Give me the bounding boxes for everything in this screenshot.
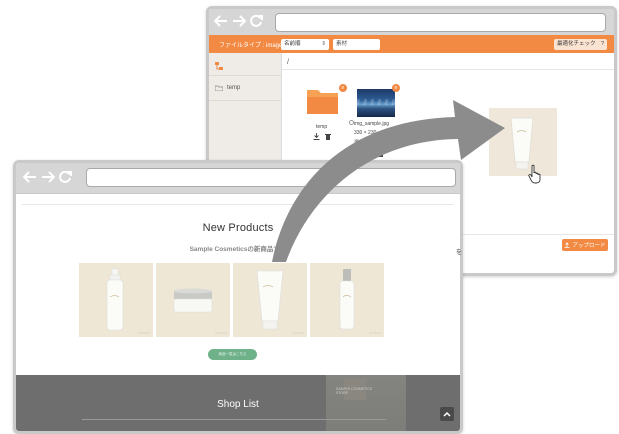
image-select-link[interactable]: 選択 — [354, 139, 364, 146]
back-arrow-icon[interactable] — [214, 14, 228, 27]
product-card[interactable]: product — [310, 263, 384, 337]
shop-window: New Products Sample Cosmeticsの新商品です prod… — [13, 160, 463, 434]
browser-nav — [214, 14, 263, 27]
current-path: / — [287, 59, 289, 66]
image-filename: img_sample.jpg — [354, 121, 390, 127]
path-divider — [282, 69, 614, 70]
hand-cursor-icon — [528, 164, 541, 184]
shop-list-section: SAMPLE COSMETICS STORE Shop List — [16, 375, 460, 431]
reload-icon[interactable] — [250, 14, 263, 27]
optimize-check-button[interactable]: 最適化チェック ? — [554, 39, 607, 50]
sidebar-divider — [209, 100, 281, 101]
lotion-bottle-image — [106, 268, 124, 331]
header-divider — [22, 204, 454, 205]
sidebar-divider — [209, 75, 281, 76]
upload-icon — [564, 242, 570, 248]
trash-icon[interactable] — [325, 133, 331, 140]
reload-icon[interactable] — [59, 170, 72, 183]
store-sign-line-2: STORE — [336, 391, 348, 395]
optimize-check-label: 最適化チェック — [557, 41, 596, 47]
help-icon[interactable]: ? — [601, 41, 604, 48]
product-caption: product — [215, 331, 227, 335]
search-input[interactable]: 素材 — [333, 39, 380, 50]
store-sign: SAMPLE COSMETICS STORE — [336, 387, 372, 395]
image-thumbnail[interactable] — [357, 89, 395, 117]
footer-divider — [82, 419, 386, 420]
product-caption: product — [369, 331, 381, 335]
search-input-value: 素材 — [336, 41, 348, 47]
forward-arrow-icon[interactable] — [232, 14, 246, 27]
file-type-label: ファイルタイプ : image — [219, 43, 283, 49]
product-card[interactable]: product — [79, 263, 153, 337]
serum-bottle-image — [339, 269, 355, 330]
browser-nav — [23, 170, 72, 183]
product-caption: product — [138, 331, 150, 335]
sidebar-item-label: temp — [227, 85, 241, 91]
address-bar[interactable] — [275, 13, 606, 32]
browser-toolbar — [16, 163, 460, 194]
forward-arrow-icon[interactable] — [41, 170, 55, 183]
product-caption: product — [292, 331, 304, 335]
tube-image — [256, 270, 284, 330]
browser-toolbar — [209, 9, 614, 35]
chevron-up-icon — [443, 411, 451, 417]
sort-select[interactable]: 名前順 ⇕ — [281, 39, 329, 50]
sort-caret-icon: ⇕ — [321, 41, 326, 47]
section-title: New Products — [202, 222, 274, 234]
cream-jar-image — [173, 288, 213, 313]
folder-temp-icon[interactable] — [306, 86, 340, 116]
product-card[interactable]: product — [233, 263, 307, 337]
upload-button[interactable]: アップロード — [562, 239, 608, 251]
download-icon[interactable] — [313, 133, 320, 140]
shop-list-title: Shop List — [217, 399, 259, 410]
scroll-to-top-button[interactable] — [440, 407, 454, 421]
address-bar[interactable] — [86, 168, 456, 187]
sort-select-value: 名前順 — [284, 41, 301, 47]
trash-icon[interactable] — [378, 150, 384, 157]
dragged-image[interactable] — [489, 108, 557, 176]
image-menu-icon[interactable]: ≡ — [392, 84, 400, 92]
folder-menu-icon[interactable]: ≡ — [339, 84, 347, 92]
section-subtitle: Sample Cosmeticsの新商品です — [189, 246, 287, 253]
back-arrow-icon[interactable] — [23, 170, 37, 183]
folder-icon — [215, 85, 223, 91]
upload-label: アップロード — [572, 243, 606, 249]
folder-name: temp — [316, 124, 328, 130]
folder-actions — [313, 133, 331, 140]
partial-text: を — [456, 250, 463, 256]
file-manager-toolbar: ファイルタイプ : image 名前順 ⇕ 素材 最適化チェック ? — [209, 35, 614, 53]
image-dimensions: 330 × 230 — [354, 130, 377, 136]
sidebar-item-temp[interactable]: temp — [215, 85, 240, 91]
tube-product-image — [510, 117, 534, 170]
view-all-products-button[interactable]: 商品一覧はこちら — [208, 349, 257, 360]
product-card[interactable]: product — [156, 263, 230, 337]
